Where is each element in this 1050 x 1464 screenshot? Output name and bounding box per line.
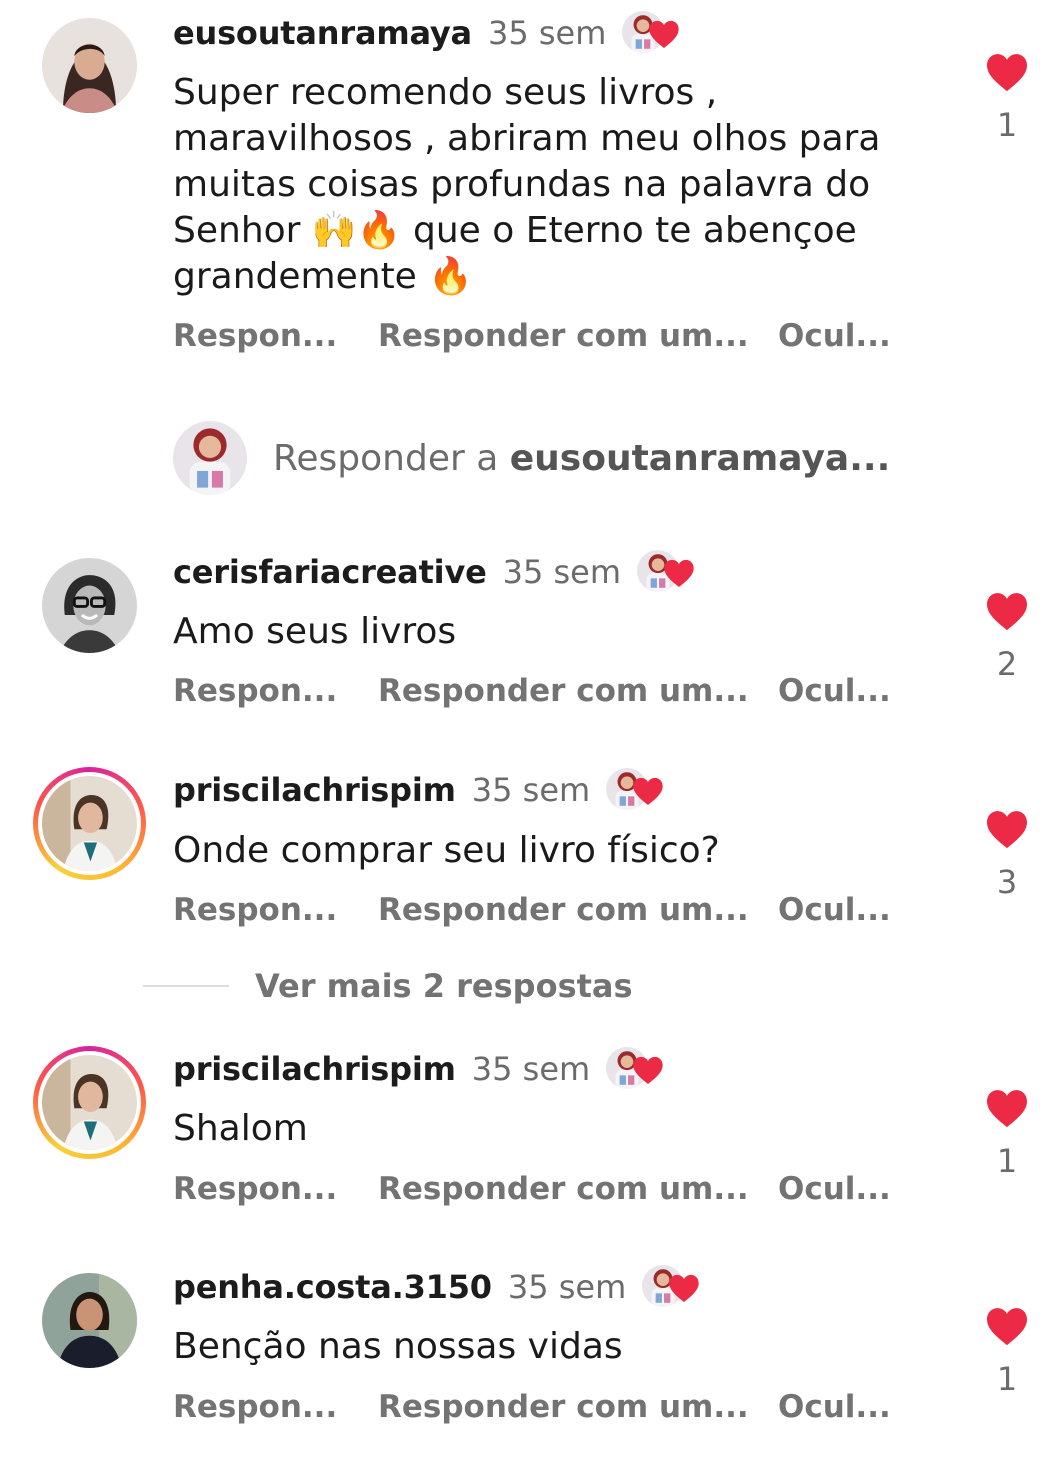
- avatar[interactable]: [42, 558, 137, 653]
- comment-header: penha.costa.3150 35 sem: [173, 1265, 708, 1309]
- username[interactable]: penha.costa.3150: [173, 1268, 492, 1306]
- reply-button[interactable]: Respon...: [173, 1171, 378, 1207]
- heart-icon: [648, 19, 680, 49]
- comment-actions: Respon... Responder com um... Ocul...: [173, 316, 891, 356]
- current-user-avatar: [173, 421, 247, 495]
- reply-with-sticker-button[interactable]: Responder com um...: [378, 1389, 778, 1425]
- comment-actions: Respon... Responder com um... Ocul...: [173, 890, 891, 930]
- comment-text: Super recomendo seus livros , maravilhos…: [173, 72, 881, 297]
- username[interactable]: eusoutanramaya: [173, 14, 472, 52]
- reply-with-sticker-button[interactable]: Responder com um...: [378, 892, 778, 928]
- like-control: 1: [985, 52, 1029, 144]
- view-more-label[interactable]: Ver mais 2 respostas: [255, 967, 633, 1005]
- username[interactable]: priscilachrispim: [173, 771, 456, 809]
- like-count: 3: [996, 863, 1018, 901]
- reply-with-sticker-button[interactable]: Responder com um...: [378, 318, 778, 354]
- hide-button[interactable]: Ocul...: [778, 892, 891, 928]
- comment-header: priscilachrispim 35 sem: [173, 768, 672, 812]
- comment-actions: Respon... Responder com um... Ocul...: [173, 671, 891, 711]
- reply-button[interactable]: Respon...: [173, 892, 378, 928]
- heart-icon[interactable]: [985, 1088, 1029, 1128]
- divider-line: [143, 985, 229, 987]
- timestamp: 35 sem: [502, 553, 622, 591]
- reply-button[interactable]: Respon...: [173, 318, 378, 354]
- comment-text: Amo seus livros: [173, 611, 457, 652]
- like-count: 2: [996, 645, 1018, 683]
- author-liked-icon: [638, 1265, 708, 1309]
- heart-icon: [668, 1273, 700, 1303]
- hide-button[interactable]: Ocul...: [778, 1389, 891, 1425]
- comment-header: priscilachrispim 35 sem: [173, 1047, 672, 1091]
- like-control: 1: [985, 1306, 1029, 1398]
- comment-text: Benção nas nossas vidas: [173, 1326, 623, 1367]
- like-count: 1: [996, 1360, 1018, 1398]
- timestamp: 35 sem: [487, 14, 607, 52]
- heart-icon: [632, 1055, 664, 1085]
- avatar-with-story-ring[interactable]: [33, 1046, 146, 1159]
- author-liked-icon: [618, 11, 688, 55]
- comment-header: cerisfariacreative 35 sem: [173, 550, 703, 594]
- avatar[interactable]: [42, 18, 137, 113]
- comment-text: Shalom: [173, 1108, 308, 1149]
- reply-with-sticker-button[interactable]: Responder com um...: [378, 673, 778, 709]
- avatar-with-story-ring[interactable]: [33, 767, 146, 880]
- timestamp: 35 sem: [471, 771, 591, 809]
- reply-prefix: Responder a: [273, 437, 510, 479]
- reply-button[interactable]: Respon...: [173, 673, 378, 709]
- timestamp: 35 sem: [507, 1268, 627, 1306]
- like-control: 2: [985, 591, 1029, 683]
- like-count: 1: [996, 106, 1018, 144]
- author-liked-icon: [602, 768, 672, 812]
- comment-header: eusoutanramaya 35 sem: [173, 11, 688, 55]
- heart-icon[interactable]: [985, 52, 1029, 92]
- author-liked-icon: [633, 550, 703, 594]
- avatar[interactable]: [42, 1273, 137, 1368]
- view-more-replies[interactable]: Ver mais 2 respostas: [143, 964, 633, 1008]
- like-control: 3: [985, 809, 1029, 901]
- heart-icon[interactable]: [985, 1306, 1029, 1346]
- reply-input-prompt[interactable]: Responder a eusoutanramaya...: [173, 420, 890, 496]
- like-count: 1: [996, 1142, 1018, 1180]
- reply-with-sticker-button[interactable]: Responder com um...: [378, 1171, 778, 1207]
- heart-icon: [632, 776, 664, 806]
- reply-button[interactable]: Respon...: [173, 1389, 378, 1425]
- hide-button[interactable]: Ocul...: [778, 673, 891, 709]
- hide-button[interactable]: Ocul...: [778, 318, 891, 354]
- author-liked-icon: [602, 1047, 672, 1091]
- comment-actions: Respon... Responder com um... Ocul...: [173, 1387, 891, 1427]
- username[interactable]: cerisfariacreative: [173, 553, 487, 591]
- heart-icon: [663, 558, 695, 588]
- reply-target: eusoutanramaya...: [509, 437, 891, 479]
- comment-actions: Respon... Responder com um... Ocul...: [173, 1169, 891, 1209]
- heart-icon[interactable]: [985, 809, 1029, 849]
- heart-icon[interactable]: [985, 591, 1029, 631]
- timestamp: 35 sem: [471, 1050, 591, 1088]
- hide-button[interactable]: Ocul...: [778, 1171, 891, 1207]
- like-control: 1: [985, 1088, 1029, 1180]
- reply-placeholder[interactable]: Responder a eusoutanramaya...: [273, 438, 890, 479]
- username[interactable]: priscilachrispim: [173, 1050, 456, 1088]
- comment-text: Onde comprar seu livro físico?: [173, 830, 720, 871]
